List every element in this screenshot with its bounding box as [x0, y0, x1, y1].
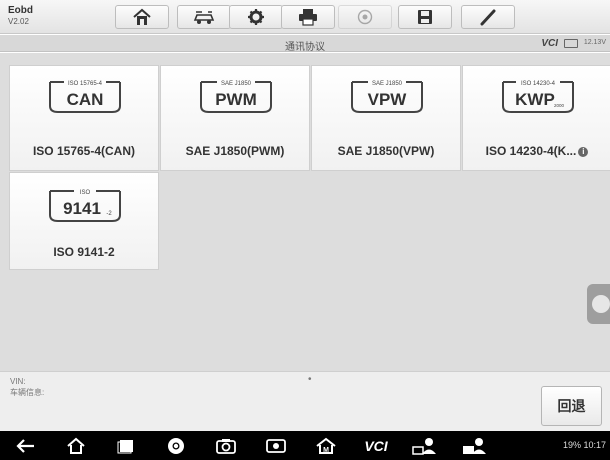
kwp-badge-top: ISO 14230-4 [521, 81, 556, 87]
system-nav-bar: M VCI 19% 10:17 [0, 431, 610, 460]
gear-icon [248, 9, 264, 25]
protocol-label-kwp-text: ISO 14230-4(K... [485, 144, 577, 158]
system-status: 19% 10:17 [562, 440, 606, 450]
kwp-badge-main: KWP [515, 90, 555, 109]
screen-record-icon[interactable] [262, 436, 290, 456]
iso9141-badge-icon: ISO 9141 -2 [49, 190, 121, 222]
print-button[interactable] [281, 5, 335, 29]
bottom-info-bar: VIN: 车辆信息: • 回退 [0, 371, 610, 431]
back-button[interactable]: 回退 [541, 386, 602, 426]
protocol-tile-9141[interactable]: ISO 9141 -2 ISO 9141-2 [9, 172, 159, 270]
battery-icon [564, 39, 578, 48]
pwm-badge-main: PWM [215, 90, 257, 109]
recent-apps-icon[interactable] [114, 436, 138, 456]
remote-expert-icon[interactable] [410, 436, 440, 456]
can-badge-top: ISO 15765-4 [68, 81, 103, 87]
page-title: 通讯协议 [285, 42, 325, 53]
vehicle-info-label: 车辆信息: [10, 388, 45, 397]
help-button[interactable] [338, 5, 392, 29]
save-icon [418, 10, 432, 24]
vci-status: VCI [541, 38, 558, 49]
floating-assist-button[interactable] [587, 284, 610, 324]
can-badge-main: CAN [67, 90, 104, 109]
vin-label: VIN: [10, 377, 26, 386]
iso9141-badge-top: ISO [80, 190, 91, 196]
iso9141-badge-main: 9141 [63, 199, 101, 218]
vpw-badge-main: VPW [368, 90, 408, 109]
protocol-tile-can[interactable]: ISO 15765-4 CAN ISO 15765-4(CAN) [9, 65, 159, 171]
vpw-badge-icon: SAE J1850 VPW [351, 81, 423, 113]
pwm-badge-icon: SAE J1850 PWM [200, 81, 272, 113]
home-button[interactable] [115, 5, 169, 29]
protocol-label-can: ISO 15765-4(CAN) [32, 144, 136, 158]
help-icon [357, 9, 373, 25]
vehicle-swap-button[interactable] [177, 5, 231, 29]
vci-icon[interactable]: VCI [356, 436, 396, 456]
remote-desktop-icon[interactable] [460, 436, 490, 456]
maxisys-home-icon[interactable]: M [312, 436, 340, 456]
protocol-label-pwm: SAE J1850(PWM) [185, 144, 285, 158]
protocol-label-9141: ISO 9141-2 [53, 245, 115, 259]
chrome-icon[interactable] [164, 436, 188, 456]
status-strip: 通讯协议 VCI 12.13V [0, 35, 610, 53]
voltage-reading: 12.13V [583, 39, 606, 46]
printer-icon [299, 9, 317, 26]
vpw-badge-top: SAE J1850 [372, 81, 403, 87]
home-icon [133, 8, 151, 25]
app-version: V2.02 [8, 17, 29, 26]
protocol-label-kwp: ISO 14230-4(K... i [463, 144, 610, 158]
iso9141-badge-sub: -2 [106, 211, 112, 217]
car-swap-icon [193, 11, 215, 24]
can-badge-icon: ISO 15765-4 CAN [49, 81, 121, 113]
kwp-badge-icon: ISO 14230-4 KWP 2000 [502, 81, 574, 113]
camera-icon[interactable] [212, 436, 240, 456]
protocol-label-vpw: SAE J1850(VPW) [337, 144, 435, 158]
data-logging-button[interactable] [461, 5, 515, 29]
protocol-tile-kwp[interactable]: ISO 14230-4 KWP 2000 ISO 14230-4(K... i [462, 65, 610, 171]
protocol-tile-vpw[interactable]: SAE J1850 VPW SAE J1850(VPW) [311, 65, 461, 171]
top-toolbar: Eobd V2.02 [0, 0, 610, 34]
pen-icon [480, 9, 496, 26]
pwm-badge-top: SAE J1850 [221, 81, 252, 87]
protocol-tile-pwm[interactable]: SAE J1850 PWM SAE J1850(PWM) [160, 65, 310, 171]
save-button[interactable] [398, 5, 452, 29]
kwp-badge-sub: 2000 [554, 103, 565, 108]
home-outline-icon[interactable] [64, 436, 88, 456]
app-title: Eobd [8, 5, 33, 16]
info-icon[interactable]: i [578, 147, 589, 157]
protocol-grid: ISO 15765-4 CAN ISO 15765-4(CAN) SAE J18… [0, 53, 610, 371]
back-arrow-icon[interactable] [14, 436, 38, 456]
svg-text:M: M [323, 447, 329, 454]
settings-button[interactable] [229, 5, 283, 29]
screen: Eobd V2.02 通讯协议 VCI 12.13V ISO 15765-4 C… [0, 0, 610, 460]
bullet-mark: • [308, 374, 312, 385]
